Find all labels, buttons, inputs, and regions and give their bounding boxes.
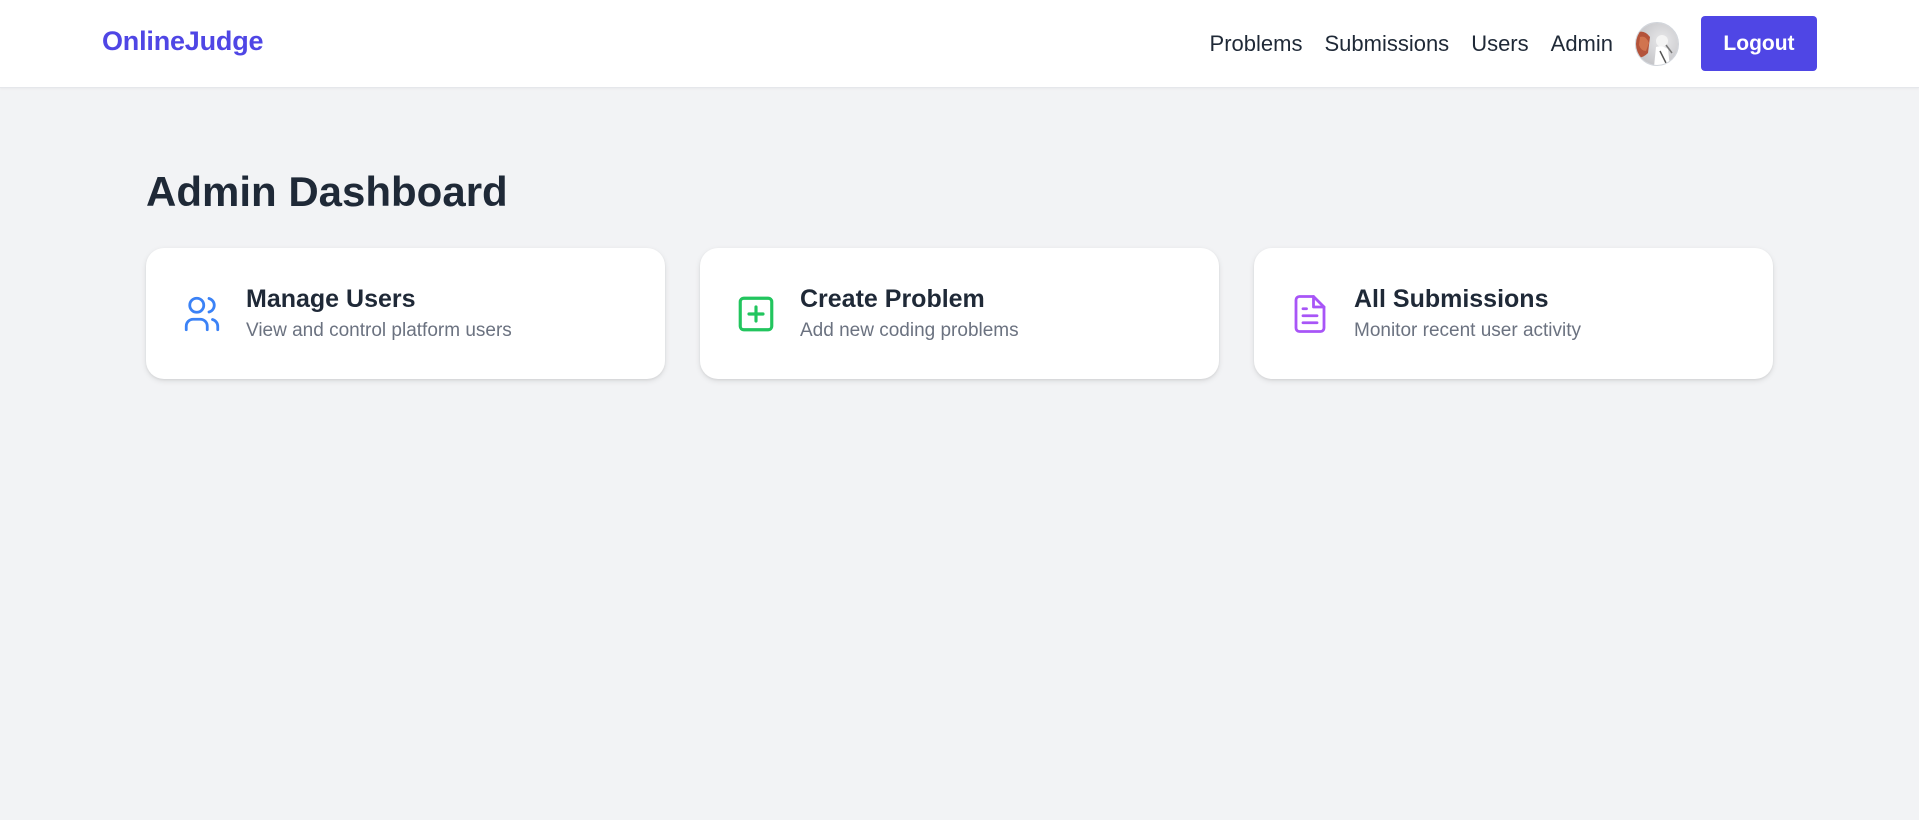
top-navbar: OnlineJudge Problems Submissions Users A… (0, 0, 1919, 88)
card-subtitle: Add new coding problems (800, 320, 1019, 341)
nav-link-admin[interactable]: Admin (1551, 31, 1613, 57)
nav-menu: Problems Submissions Users Admin Logout (1210, 16, 1817, 71)
create-problem-card[interactable]: Create Problem Add new coding problems (700, 248, 1219, 379)
nav-link-submissions[interactable]: Submissions (1324, 31, 1449, 57)
brand-logo[interactable]: OnlineJudge (102, 26, 264, 57)
plus-square-icon (734, 292, 778, 336)
logout-button[interactable]: Logout (1701, 16, 1817, 71)
page-title: Admin Dashboard (146, 168, 508, 215)
avatar[interactable] (1635, 21, 1679, 66)
card-subtitle: View and control platform users (246, 320, 512, 341)
card-title: Manage Users (246, 285, 416, 313)
file-text-icon (1288, 292, 1332, 336)
card-title: Create Problem (800, 285, 985, 313)
nav-link-users[interactable]: Users (1471, 31, 1528, 57)
nav-link-problems[interactable]: Problems (1210, 31, 1303, 57)
card-subtitle: Monitor recent user activity (1354, 320, 1582, 341)
card-title: All Submissions (1354, 285, 1549, 313)
dashboard-cards: Manage Users View and control platform u… (146, 248, 1773, 379)
users-icon (180, 292, 224, 336)
all-submissions-card[interactable]: All Submissions Monitor recent user acti… (1254, 248, 1773, 379)
manage-users-card[interactable]: Manage Users View and control platform u… (146, 248, 665, 379)
avatar-image (1636, 22, 1678, 65)
main-content: Admin Dashboard Manage Users View and co… (146, 87, 1773, 379)
